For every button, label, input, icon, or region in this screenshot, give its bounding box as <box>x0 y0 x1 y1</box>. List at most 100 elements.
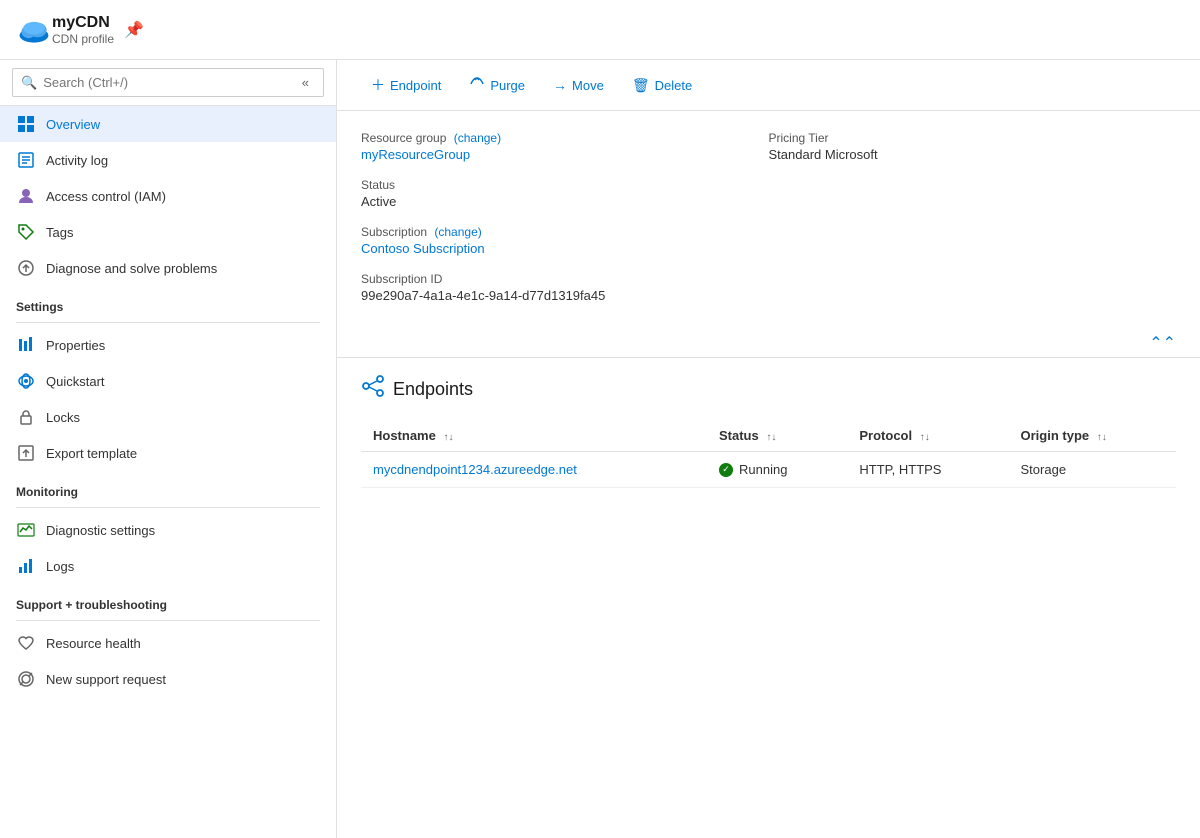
endpoint-label: Endpoint <box>390 78 441 93</box>
sidebar-item-overview[interactable]: Overview <box>0 106 336 142</box>
col-hostname[interactable]: Hostname ↑↓ <box>361 420 707 452</box>
diagnose-icon <box>16 258 36 278</box>
subscription-block: Subscription (change) Contoso Subscripti… <box>361 225 769 272</box>
content-area: ＋ Endpoint Purge → Move 🗑 Delete <box>337 60 1200 838</box>
endpoints-title: Endpoints <box>393 379 473 400</box>
resource-group-change-link[interactable]: (change) <box>454 131 501 145</box>
app-subtitle: CDN profile <box>52 32 114 46</box>
delete-label: Delete <box>655 78 693 93</box>
info-grid: Resource group (change) myResourceGroup … <box>361 131 1176 319</box>
sidebar-item-logs[interactable]: Logs <box>0 548 336 584</box>
col-status[interactable]: Status ↑↓ <box>707 420 847 452</box>
info-right: Pricing Tier Standard Microsoft <box>769 131 1177 319</box>
export-icon <box>16 443 36 463</box>
subscription-change-link[interactable]: (change) <box>434 225 481 239</box>
diagnostic-icon <box>16 520 36 540</box>
pricing-tier-value: Standard Microsoft <box>769 147 1177 162</box>
endpoints-table: Hostname ↑↓ Status ↑↓ Protocol ↑↓ Orig <box>361 420 1176 488</box>
purge-icon <box>469 76 485 95</box>
sidebar-label-diagnostic-settings: Diagnostic settings <box>46 523 155 538</box>
subscription-id-label: Subscription ID <box>361 272 769 286</box>
cell-hostname: mycdnendpoint1234.azureedge.net <box>361 452 707 488</box>
sidebar-item-quickstart[interactable]: Quickstart <box>0 363 336 399</box>
sidebar-item-new-support-request[interactable]: New support request <box>0 661 336 697</box>
search-bar: 🔍 « <box>0 60 336 106</box>
status-running-dot: ✓ <box>719 463 733 477</box>
collapse-chevron-icon[interactable]: ⌃⌃ <box>1149 333 1176 353</box>
purge-button[interactable]: Purge <box>459 71 535 100</box>
status-block: Status Active <box>361 178 769 225</box>
settings-divider <box>16 322 320 323</box>
pin-icon[interactable]: 📌 <box>124 20 144 40</box>
sidebar-item-diagnostic-settings[interactable]: Diagnostic settings <box>0 512 336 548</box>
sidebar-label-properties: Properties <box>46 338 105 353</box>
overview-icon <box>16 114 36 134</box>
endpoint-icon: ＋ <box>371 75 385 95</box>
status-text: Running <box>739 462 787 477</box>
cdn-logo <box>16 12 52 48</box>
hostname-link[interactable]: mycdnendpoint1234.azureedge.net <box>373 462 577 477</box>
sidebar-label-activity-log: Activity log <box>46 153 108 168</box>
status-label: Status <box>361 178 769 192</box>
move-button[interactable]: → Move <box>543 72 614 98</box>
subscription-value-link[interactable]: Contoso Subscription <box>361 241 485 256</box>
sidebar-label-export-template: Export template <box>46 446 137 461</box>
sidebar-label-logs: Logs <box>46 559 74 574</box>
locks-icon <box>16 407 36 427</box>
status-sort-icon[interactable]: ↑↓ <box>766 432 776 443</box>
endpoints-section: Endpoints Hostname ↑↓ Status ↑↓ <box>337 358 1200 504</box>
col-origin-type[interactable]: Origin type ↑↓ <box>1009 420 1176 452</box>
sidebar-label-diagnose: Diagnose and solve problems <box>46 261 217 276</box>
sidebar-item-diagnose[interactable]: Diagnose and solve problems <box>0 250 336 286</box>
cell-origin-type: Storage <box>1009 452 1176 488</box>
app-name: myCDN <box>52 14 114 32</box>
health-icon <box>16 633 36 653</box>
support-divider <box>16 620 320 621</box>
sidebar-label-new-support-request: New support request <box>46 672 166 687</box>
support-icon <box>16 669 36 689</box>
main-layout: 🔍 « Overview Activity log Access control <box>0 60 1200 838</box>
cell-status: ✓ Running <box>707 452 847 488</box>
sidebar-item-access-control[interactable]: Access control (IAM) <box>0 178 336 214</box>
search-input[interactable] <box>43 75 296 90</box>
col-protocol[interactable]: Protocol ↑↓ <box>847 420 1008 452</box>
sidebar-item-locks[interactable]: Locks <box>0 399 336 435</box>
sidebar-label-resource-health: Resource health <box>46 636 141 651</box>
protocol-sort-icon[interactable]: ↑↓ <box>920 432 930 443</box>
subscription-label: Subscription <box>361 225 427 239</box>
sidebar-label-locks: Locks <box>46 410 80 425</box>
resource-group-label: Resource group <box>361 131 446 145</box>
collapse-sidebar-button[interactable]: « <box>296 73 315 92</box>
resource-group-change: (change) <box>454 131 501 145</box>
search-input-wrap[interactable]: 🔍 « <box>12 68 324 97</box>
toolbar: ＋ Endpoint Purge → Move 🗑 Delete <box>337 60 1200 111</box>
delete-button[interactable]: 🗑 Delete <box>622 72 702 99</box>
pricing-tier-block: Pricing Tier Standard Microsoft <box>769 131 1177 178</box>
resource-group-value-link[interactable]: myResourceGroup <box>361 147 470 162</box>
properties-icon <box>16 335 36 355</box>
cell-protocol: HTTP, HTTPS <box>847 452 1008 488</box>
status-running: ✓ Running <box>719 462 835 477</box>
status-value: Active <box>361 194 769 209</box>
origin-type-sort-icon[interactable]: ↑↓ <box>1097 432 1107 443</box>
sidebar-item-export-template[interactable]: Export template <box>0 435 336 471</box>
endpoints-icon <box>361 374 385 404</box>
delete-icon: 🗑 <box>632 77 650 94</box>
collapse-row: ⌃⌃ <box>337 329 1200 358</box>
endpoint-button[interactable]: ＋ Endpoint <box>361 70 451 100</box>
app-header: myCDN CDN profile 📌 <box>0 0 1200 60</box>
sidebar-item-tags[interactable]: Tags <box>0 214 336 250</box>
sidebar-item-resource-health[interactable]: Resource health <box>0 625 336 661</box>
app-title-block: myCDN CDN profile <box>52 14 114 46</box>
sidebar-item-activity-log[interactable]: Activity log <box>0 142 336 178</box>
info-section: Resource group (change) myResourceGroup … <box>337 111 1200 329</box>
search-icon: 🔍 <box>21 75 37 91</box>
sidebar: 🔍 « Overview Activity log Access control <box>0 60 337 838</box>
table-row: mycdnendpoint1234.azureedge.net ✓ Runnin… <box>361 452 1176 488</box>
sidebar-label-quickstart: Quickstart <box>46 374 105 389</box>
subscription-id-value: 99e290a7-4a1a-4e1c-9a14-d77d1319fa45 <box>361 288 769 303</box>
section-settings: Settings <box>0 286 336 318</box>
iam-icon <box>16 186 36 206</box>
hostname-sort-icon[interactable]: ↑↓ <box>443 432 453 443</box>
sidebar-item-properties[interactable]: Properties <box>0 327 336 363</box>
